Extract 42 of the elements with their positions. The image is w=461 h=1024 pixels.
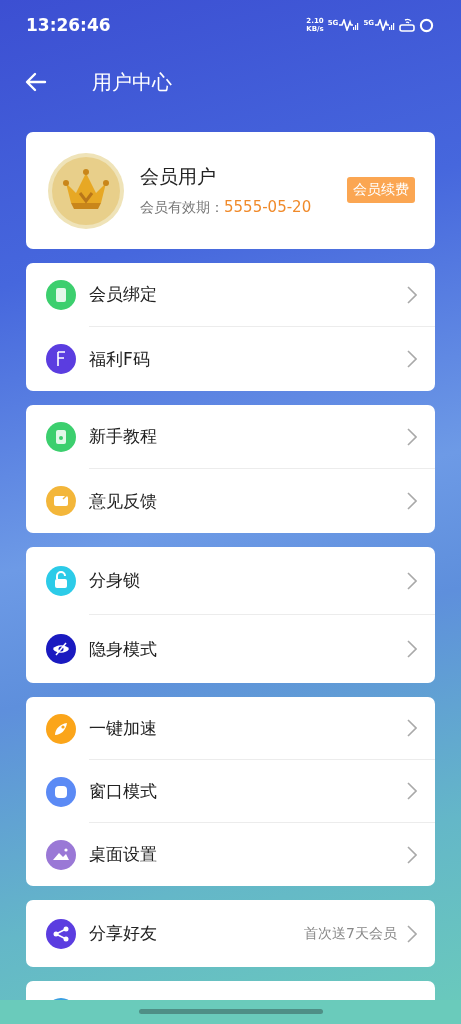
menu-item[interactable]: 桌面设置 bbox=[26, 823, 435, 886]
menu-item[interactable]: 隐身模式 bbox=[26, 615, 435, 683]
menu-label: 桌面设置 bbox=[89, 843, 158, 866]
page-title: 用户中心 bbox=[92, 68, 172, 96]
menu-label: 一键加速 bbox=[89, 716, 158, 740]
chevron-right-icon bbox=[407, 924, 417, 943]
chevron-right-icon bbox=[407, 640, 417, 658]
menu-label: 分身锁 bbox=[89, 569, 141, 592]
menu-label: 隐身模式 bbox=[89, 637, 158, 661]
chevron-right-icon bbox=[407, 719, 417, 737]
menu-label: 分享好友 bbox=[89, 922, 158, 945]
chevron-right-icon bbox=[407, 285, 417, 304]
signal-icon bbox=[339, 19, 360, 31]
menu-label: 意见反馈 bbox=[89, 489, 158, 513]
expiry-label: 会员有效期： bbox=[140, 199, 224, 217]
chevron-right-icon bbox=[407, 782, 417, 800]
menu-item[interactable]: 分享好友 首次送7天会员 bbox=[26, 900, 435, 967]
menu-label: 窗口模式 bbox=[89, 779, 158, 803]
user-name: 会员用户 bbox=[140, 164, 217, 189]
expiry-date: 5555-05-20 bbox=[224, 198, 312, 216]
chevron-right-icon bbox=[407, 571, 417, 590]
signal-icon bbox=[375, 19, 395, 31]
menu-item[interactable]: 窗口模式 bbox=[26, 760, 435, 823]
router-icon bbox=[399, 18, 415, 32]
menu-item[interactable]: 会员绑定 bbox=[26, 263, 435, 327]
chevron-right-icon bbox=[407, 427, 417, 446]
menu-label: 福利F码 bbox=[89, 347, 151, 371]
menu-item[interactable]: 一键加速 bbox=[26, 697, 435, 760]
crown-avatar-icon bbox=[46, 150, 126, 231]
menu-item[interactable]: 分身锁 bbox=[26, 547, 435, 615]
back-button[interactable] bbox=[24, 70, 48, 94]
menu-item[interactable]: 新手教程 bbox=[26, 405, 435, 469]
menu-note: 首次送7天会员 bbox=[304, 924, 397, 943]
chevron-right-icon bbox=[407, 845, 417, 864]
status-time: 13:26:46 bbox=[26, 15, 111, 35]
chevron-right-icon bbox=[407, 350, 417, 368]
menu-item[interactable]: 福利F码 bbox=[26, 327, 435, 391]
battery-ring-icon bbox=[419, 17, 434, 33]
menu-label: 会员绑定 bbox=[89, 283, 158, 306]
chevron-right-icon bbox=[407, 492, 417, 510]
menu-label: 新手教程 bbox=[89, 425, 158, 448]
menu-item[interactable]: 意见反馈 bbox=[26, 469, 435, 533]
